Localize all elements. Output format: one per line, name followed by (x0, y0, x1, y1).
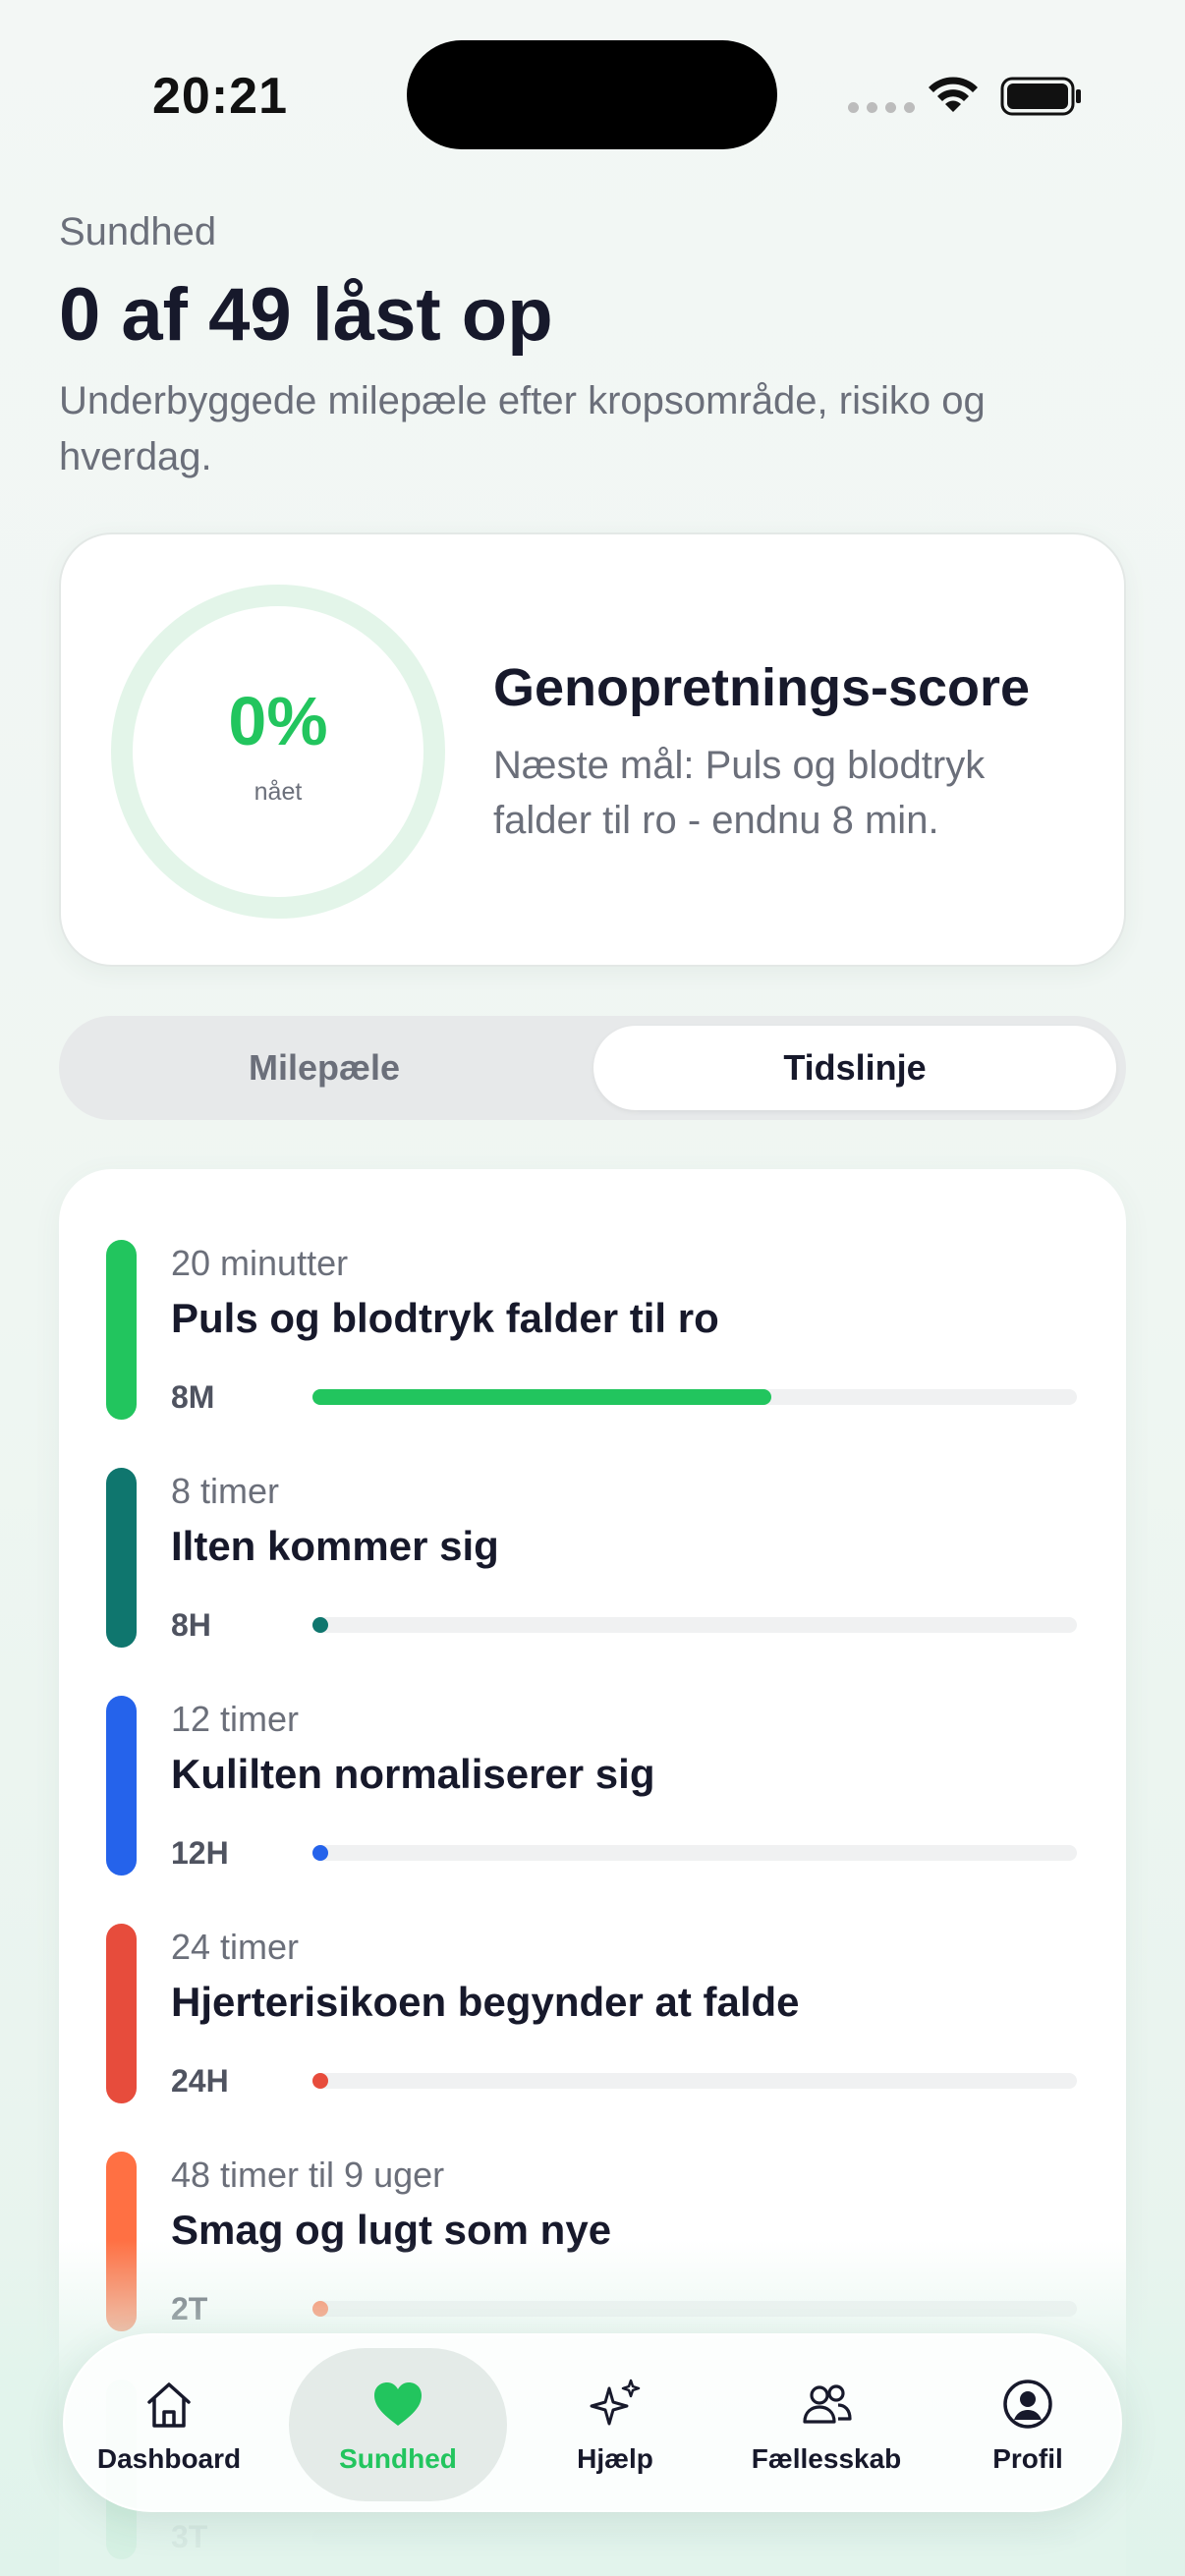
dynamic-island (407, 40, 777, 149)
tab-label: Hjælp (577, 2443, 653, 2474)
health-screen: 20:21 Sundhed 0 af 49 låst op Underbygge… (0, 0, 1185, 2576)
score-title: Genopretnings-score (493, 658, 1031, 717)
timeline-duration: 8 timer (171, 1471, 280, 1511)
timeline-duration: 12 timer (171, 1699, 300, 1739)
section-label: Sundhed (59, 210, 217, 253)
timeline-color-bar (106, 1924, 137, 2103)
score-percent: 0% (228, 683, 328, 759)
battery-icon (1000, 77, 1081, 116)
timeline-duration: 20 minutter (171, 1243, 349, 1283)
recovery-score-card[interactable]: 0% nået Genopretnings-score Næste mål: P… (59, 532, 1126, 967)
segment-milestones[interactable]: Milepæle (69, 1026, 580, 1110)
view-segmented-control: Milepæle Tidslinje (59, 1016, 1126, 1120)
heart-icon (374, 2382, 422, 2426)
home-icon (147, 2382, 191, 2428)
tab-label: Sundhed (339, 2443, 457, 2474)
timeline-item[interactable]: 8 timer Ilten kommer sig 8H (59, 1397, 1126, 1648)
tab-dashboard[interactable]: Dashboard (65, 2335, 273, 2514)
next-goal-text: Næste mål: Puls og blodtryk falder til r… (493, 744, 986, 842)
people-icon (803, 2384, 852, 2424)
tab-label: Profil (992, 2443, 1063, 2474)
timeline-item[interactable]: 12 timer Kulilten normaliserer sig 12H (59, 1625, 1126, 1876)
tab-faellesskab[interactable]: Fællesskab (713, 2335, 939, 2514)
page-title: 0 af 49 låst op (59, 273, 553, 357)
score-percent-caption: nået (254, 778, 303, 806)
timeline-title: Ilten kommer sig (171, 1523, 499, 1569)
timeline-duration: 24 timer (171, 1927, 300, 1967)
tab-bar: Dashboard Sundhed Hjælp Fællesskab Profi… (63, 2333, 1122, 2512)
tab-profil[interactable]: Profil (949, 2335, 1106, 2514)
timeline-title: Kulilten normaliserer sig (171, 1751, 655, 1797)
timeline-color-bar (106, 1468, 137, 1648)
timeline-title: Hjerterisikoen begynder at falde (171, 1979, 800, 2025)
segment-timeline[interactable]: Tidslinje (593, 1026, 1116, 1110)
timeline-item[interactable]: 20 minutter Puls og blodtryk falder til r… (59, 1169, 1126, 1420)
tab-label: Fællesskab (751, 2443, 902, 2474)
timeline-duration: 48 timer til 9 uger (171, 2155, 445, 2195)
wifi-icon (929, 77, 978, 112)
tab-label: Dashboard (96, 2443, 242, 2474)
cellular-signal-icon (848, 102, 915, 113)
timeline-title: Puls og blodtryk falder til ro (171, 1295, 719, 1341)
tab-sundhed[interactable]: Sundhed (289, 2335, 507, 2514)
sparkles-icon (590, 2379, 641, 2426)
status-bar: 20:21 (0, 0, 1185, 187)
timeline-item[interactable]: 24 timer Hjerterisikoen begynder at falde… (59, 1853, 1126, 2103)
status-time: 20:21 (152, 68, 288, 125)
tab-hjaelp[interactable]: Hjælp (536, 2335, 694, 2514)
profile-icon (1003, 2380, 1052, 2429)
page-subtitle: Underbyggede milepæle efter kropsområde,… (59, 379, 986, 478)
timeline-color-bar (106, 1696, 137, 1876)
timeline-color-bar (106, 1240, 137, 1420)
